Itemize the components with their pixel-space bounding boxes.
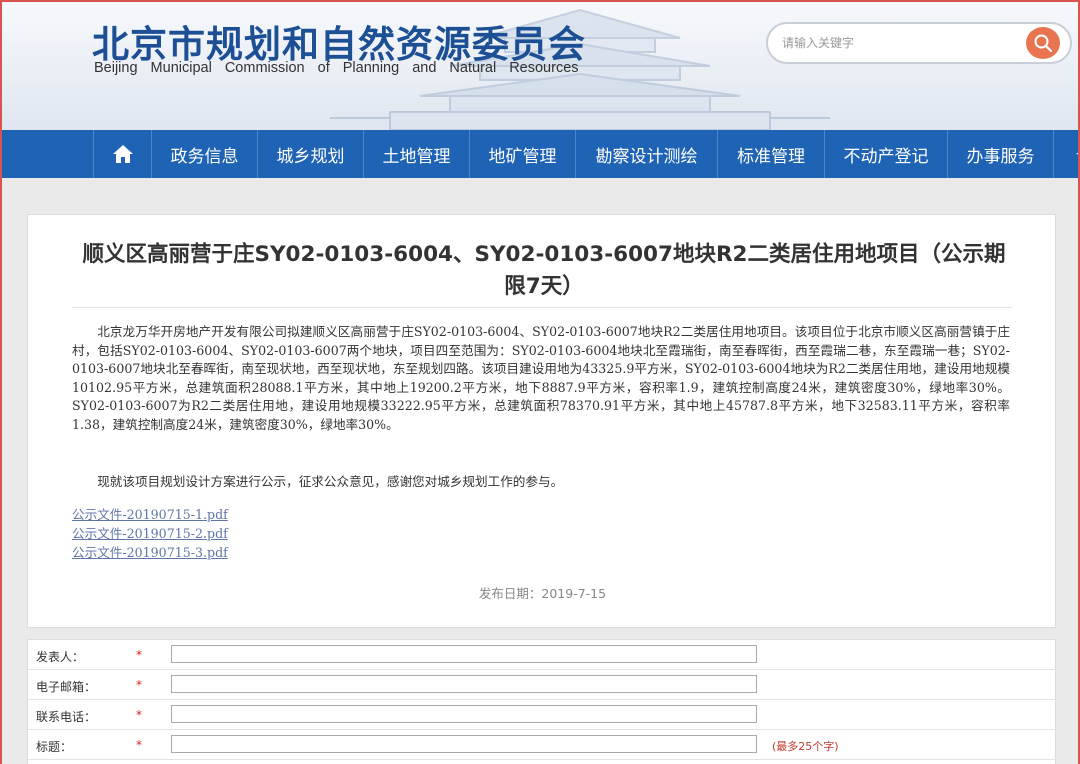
publish-date: 发布日期：2019-7-15 [478, 586, 607, 601]
subject-input[interactable] [171, 735, 757, 753]
title-divider [72, 307, 1012, 308]
nav-item-land-management[interactable]: 土地管理 [363, 130, 469, 178]
form-row-author: 发表人： * [28, 640, 1057, 670]
subject-length-hint: (最多25个字) [772, 740, 839, 753]
required-mark: * [136, 648, 142, 662]
phone-input[interactable] [171, 705, 757, 723]
search-button[interactable] [1026, 27, 1060, 59]
home-icon [112, 145, 133, 163]
form-row-email: 电子邮箱： * [28, 670, 1057, 700]
article-card: 顺义区高丽营于庄SY02-0103-6004、SY02-0103-6007地块R… [27, 214, 1056, 628]
site-logo-subtitle: Beijing Municipal Commission of Planning… [94, 60, 579, 76]
search-icon [1034, 34, 1053, 53]
nav-home[interactable] [93, 130, 151, 178]
attachment-link-2[interactable]: 公示文件-20190715-2.pdf [72, 524, 228, 543]
nav-item-real-estate-registration[interactable]: 不动产登记 [824, 130, 947, 178]
attachment-list: 公示文件-20190715-1.pdf 公示文件-20190715-2.pdf … [72, 505, 228, 562]
nav-item-government-info[interactable]: 政务信息 [151, 130, 257, 178]
nav-item-overflow[interactable]: 设 [1053, 130, 1080, 178]
required-mark: * [136, 678, 142, 692]
comment-form: 发表人： * 电子邮箱： * 联系电话： * 标题： * (最多25个字) [27, 639, 1057, 764]
nav-item-standards[interactable]: 标准管理 [717, 130, 824, 178]
article-body: 北京龙万华开房地产开发有限公司拟建顺义区高丽营于庄SY02-0103-6004、… [72, 324, 1010, 432]
required-mark: * [136, 738, 142, 752]
article-title: 顺义区高丽营于庄SY02-0103-6004、SY02-0103-6007地块R… [82, 242, 1006, 299]
subject-label: 标题： [36, 740, 73, 754]
nav-item-services[interactable]: 办事服务 [947, 130, 1053, 178]
nav-item-urban-rural-planning[interactable]: 城乡规划 [257, 130, 363, 178]
author-input[interactable] [171, 645, 757, 663]
search-box [766, 22, 1072, 64]
email-input[interactable] [171, 675, 757, 693]
required-mark: * [136, 708, 142, 722]
form-row-subject: 标题： * (最多25个字) [28, 730, 1057, 760]
main-nav: 政务信息 城乡规划 土地管理 地矿管理 勘察设计测绘 标准管理 不动产登记 办事… [0, 130, 1080, 178]
search-input[interactable] [782, 33, 1022, 53]
email-label: 电子邮箱： [36, 680, 97, 694]
author-label: 发表人： [36, 650, 85, 664]
phone-label: 联系电话： [36, 710, 97, 724]
nav-item-survey-design[interactable]: 勘察设计测绘 [575, 130, 717, 178]
article-notice: 现就该项目规划设计方案进行公示，征求公众意见，感谢您对城乡规划工作的参与。 [97, 474, 564, 489]
attachment-link-1[interactable]: 公示文件-20190715-1.pdf [72, 505, 228, 524]
nav-item-mineral-management[interactable]: 地矿管理 [469, 130, 575, 178]
form-row-phone: 联系电话： * [28, 700, 1057, 730]
site-header: 北京市规划和自然资源委员会 Beijing Municipal Commissi… [0, 0, 1080, 130]
attachment-link-3[interactable]: 公示文件-20190715-3.pdf [72, 543, 228, 562]
